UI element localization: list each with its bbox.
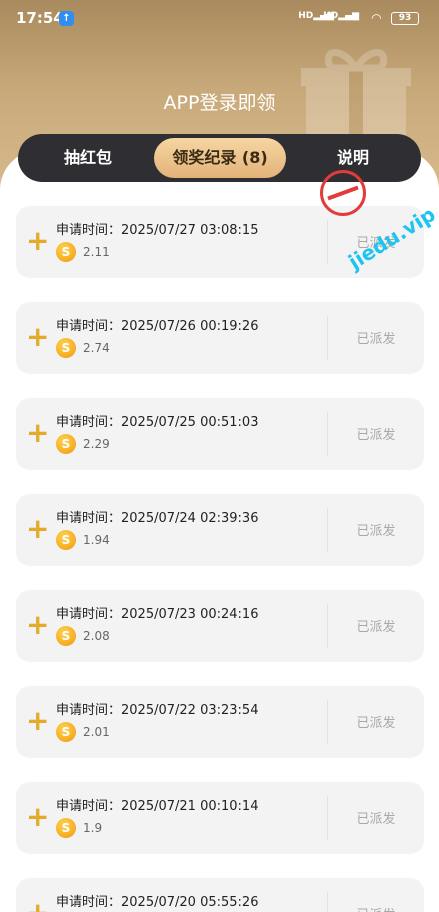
expand-plus-icon[interactable]: + <box>26 802 49 832</box>
request-time-value: 2025/07/25 00:51:03 <box>121 415 259 430</box>
request-time: 申请时间：2025/07/22 03:23:54 <box>56 699 258 718</box>
request-time-value: 2025/07/22 03:23:54 <box>121 703 259 718</box>
request-time: 申请时间：2025/07/21 00:10:14 <box>56 795 258 814</box>
request-time-label: 申请时间： <box>56 511 122 526</box>
expand-plus-icon[interactable]: + <box>26 418 49 448</box>
request-time-label: 申请时间： <box>56 799 122 814</box>
expand-plus-icon[interactable]: + <box>26 226 49 256</box>
expand-plus-icon[interactable]: + <box>26 514 49 544</box>
reward-amount: 2.11 <box>83 245 110 259</box>
tab-bar: 抽红包 领奖纪录 (8) 说明 <box>18 134 421 182</box>
tab-instructions[interactable]: 说明 <box>318 138 388 178</box>
divider <box>327 604 328 648</box>
page-title: APP登录即领 <box>163 92 276 114</box>
status-badge: 已派发 <box>334 904 418 912</box>
request-time: 申请时间：2025/07/26 00:19:26 <box>56 315 258 334</box>
record-card[interactable]: + 申请时间：2025/07/20 05:55:26 已派发 <box>16 878 424 912</box>
coin-icon: S <box>56 434 76 454</box>
record-card[interactable]: + 申请时间：2025/07/26 00:19:26 S 2.74 已派发 <box>16 302 424 374</box>
request-time-label: 申请时间： <box>56 607 122 622</box>
request-time-label: 申请时间： <box>56 703 122 718</box>
upload-notification-icon: ↑ <box>59 11 74 26</box>
record-card[interactable]: + 申请时间：2025/07/21 00:10:14 S 1.9 已派发 <box>16 782 424 854</box>
request-time-label: 申请时间： <box>56 895 122 910</box>
request-time-value: 2025/07/20 05:55:26 <box>121 895 259 910</box>
battery-icon: 93 <box>391 12 419 25</box>
expand-plus-icon[interactable]: + <box>26 706 49 736</box>
request-time: 申请时间：2025/07/20 05:55:26 <box>56 891 258 910</box>
coin-icon: S <box>56 338 76 358</box>
status-badge: 已派发 <box>356 716 396 731</box>
reward-amount: 2.29 <box>83 437 110 451</box>
clock: 17:54 <box>16 9 64 27</box>
record-card[interactable]: + 申请时间：2025/07/25 00:51:03 S 2.29 已派发 <box>16 398 424 470</box>
request-time-label: 申请时间： <box>56 319 122 334</box>
request-time-value: 2025/07/23 00:24:16 <box>121 607 259 622</box>
reward-amount: 2.08 <box>83 629 110 643</box>
coin-icon: S <box>56 722 76 742</box>
request-time: 申请时间：2025/07/24 02:39:36 <box>56 507 258 526</box>
reward-amount: 1.9 <box>83 821 103 835</box>
request-time: 申请时间：2025/07/23 00:24:16 <box>56 603 258 622</box>
divider <box>327 316 328 360</box>
request-time-value: 2025/07/26 00:19:26 <box>121 319 259 334</box>
divider <box>327 796 328 840</box>
status-badge: 已派发 <box>356 428 396 443</box>
record-card[interactable]: + 申请时间：2025/07/23 00:24:16 S 2.08 已派发 <box>16 590 424 662</box>
divider <box>327 508 328 552</box>
status-badge: 已派发 <box>356 812 396 827</box>
reward-amount: 2.01 <box>83 725 110 739</box>
request-time-label: 申请时间： <box>56 415 122 430</box>
divider <box>327 892 328 912</box>
status-badge: 已派发 <box>356 332 396 347</box>
tab-prize-records[interactable]: 领奖纪录 (8) <box>154 138 286 178</box>
record-card[interactable]: + 申请时间：2025/07/24 02:39:36 S 1.94 已派发 <box>16 494 424 566</box>
divider <box>327 700 328 744</box>
expand-plus-icon[interactable]: + <box>26 610 49 640</box>
status-badge: 已派发 <box>356 620 396 635</box>
divider <box>327 220 328 264</box>
request-time-label: 申请时间： <box>56 223 122 238</box>
record-card[interactable]: + 申请时间：2025/07/27 03:08:15 S 2.11 已派发 <box>16 206 424 278</box>
expand-plus-icon[interactable]: + <box>26 898 49 912</box>
status-bar: 17:54 ↑ HD▂▄▆ HD▂▄▆ ◠ 93 <box>0 0 439 36</box>
coin-icon: S <box>56 530 76 550</box>
request-time: 申请时间：2025/07/25 00:51:03 <box>56 411 258 430</box>
expand-plus-icon[interactable]: + <box>26 322 49 352</box>
reward-amount: 2.74 <box>83 341 110 355</box>
signal-2-icon: HD▂▄▆ <box>323 11 359 21</box>
request-time: 申请时间：2025/07/27 03:08:15 <box>56 219 258 238</box>
divider <box>327 412 328 456</box>
request-time-value: 2025/07/21 00:10:14 <box>121 799 259 814</box>
status-badge: 已派发 <box>356 524 396 539</box>
status-badge: 已派发 <box>356 236 396 251</box>
request-time-value: 2025/07/27 03:08:15 <box>121 223 259 238</box>
record-card[interactable]: + 申请时间：2025/07/22 03:23:54 S 2.01 已派发 <box>16 686 424 758</box>
wifi-icon: ◠ <box>371 11 381 25</box>
tab-draw-red-packet[interactable]: 抽红包 <box>38 138 138 178</box>
coin-icon: S <box>56 242 76 262</box>
coin-icon: S <box>56 626 76 646</box>
coin-icon: S <box>56 818 76 838</box>
reward-amount: 1.94 <box>83 533 110 547</box>
request-time-value: 2025/07/24 02:39:36 <box>121 511 259 526</box>
